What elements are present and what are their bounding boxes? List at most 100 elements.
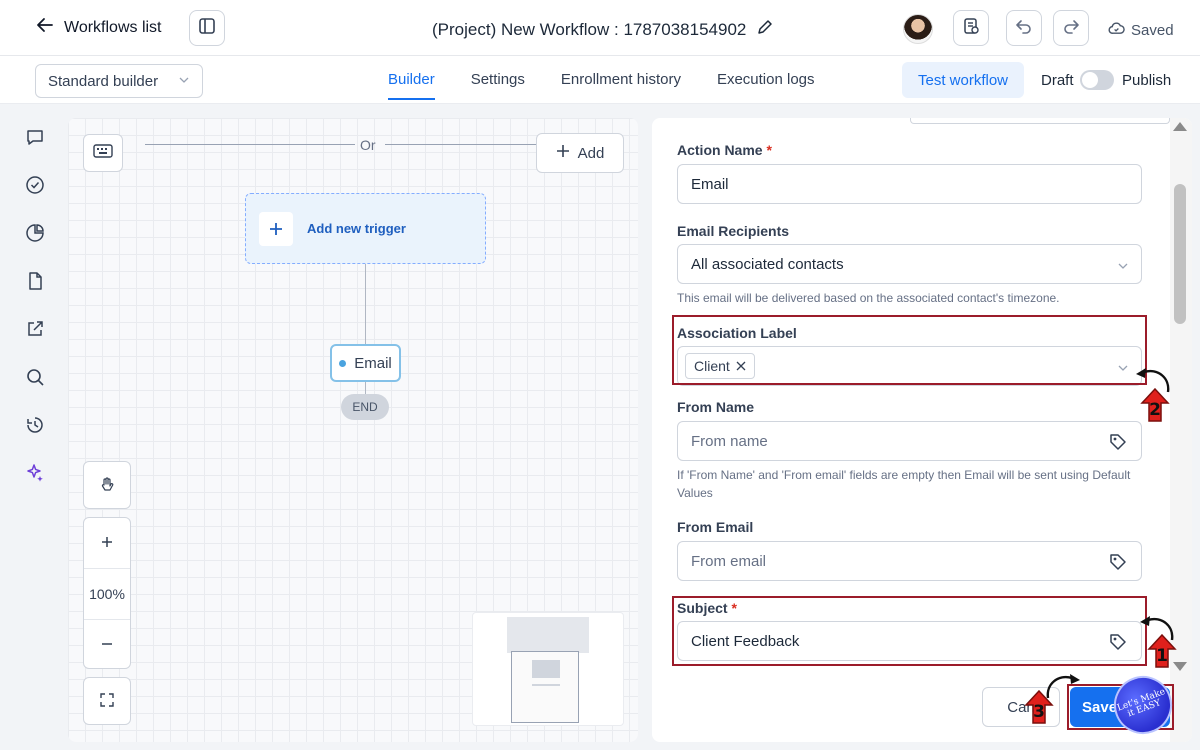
or-label: Or <box>360 137 376 153</box>
arrow-left-icon <box>36 16 54 39</box>
email-recipients-select[interactable]: All associated contacts <box>677 244 1142 284</box>
email-node-label: Email <box>354 354 392 372</box>
sparkles-icon[interactable] <box>25 463 45 483</box>
action-name-label: Action Name * <box>677 142 772 158</box>
tag-icon[interactable] <box>1109 553 1127 571</box>
from-email-placeholder: From email <box>691 552 767 570</box>
plus-icon <box>100 535 114 552</box>
tab-settings[interactable]: Settings <box>471 71 525 100</box>
search-icon[interactable] <box>25 367 45 387</box>
node-connector <box>365 264 366 344</box>
tab-enrollment-history[interactable]: Enrollment history <box>561 71 681 100</box>
user-avatar[interactable] <box>903 14 933 44</box>
trigger-label: Add new trigger <box>307 221 406 236</box>
sidebar-toggle-button[interactable] <box>189 10 225 46</box>
email-action-node[interactable]: Email <box>330 344 401 382</box>
panel-top-edge <box>910 118 1170 124</box>
status-dot <box>339 359 347 367</box>
plus-icon <box>259 211 293 246</box>
workflow-title-text: (Project) New Workflow : 1787038154902 <box>432 19 747 39</box>
sub-header: Standard builder Builder Settings Enroll… <box>0 56 1200 104</box>
chevron-down-icon <box>178 73 190 90</box>
check-circle-icon[interactable] <box>25 175 45 195</box>
from-name-placeholder: From name <box>691 432 768 450</box>
builder-tabs: Builder Settings Enrollment history Exec… <box>388 71 815 100</box>
scroll-up-arrow[interactable] <box>1173 122 1187 131</box>
file-icon[interactable] <box>25 271 45 291</box>
zoom-in-button[interactable] <box>84 518 130 568</box>
pie-chart-icon[interactable] <box>25 223 45 243</box>
builder-select[interactable]: Standard builder <box>35 64 203 98</box>
zoom-level: 100% <box>89 586 125 602</box>
save-status: Saved <box>1108 20 1174 41</box>
expand-icon <box>99 692 115 711</box>
history-icon[interactable] <box>25 415 45 435</box>
scrollbar-thumb[interactable] <box>1174 184 1186 324</box>
email-recipients-label: Email Recipients <box>677 223 790 239</box>
zoom-out-button[interactable] <box>84 620 130 670</box>
report-button[interactable] <box>953 10 989 46</box>
action-config-panel: Action Name * Email Email Recipients All… <box>652 118 1192 742</box>
minimap-line <box>532 684 560 686</box>
node-connector <box>365 382 366 394</box>
hand-icon <box>99 476 115 495</box>
keyboard-icon <box>93 143 113 164</box>
chevron-down-icon <box>1117 259 1129 271</box>
fit-view-button[interactable] <box>83 677 131 725</box>
recipients-hint: This email will be delivered based on th… <box>677 291 1060 305</box>
step-number-1: 1 <box>1156 646 1168 666</box>
subject-highlight-box <box>672 596 1147 666</box>
canvas-minimap[interactable] <box>472 612 624 726</box>
step-number-2: 2 <box>1149 400 1161 420</box>
keyboard-shortcuts-button[interactable] <box>83 134 123 172</box>
tab-builder[interactable]: Builder <box>388 71 435 100</box>
minimap-viewport <box>511 651 579 723</box>
add-new-trigger-node[interactable]: Add new trigger <box>245 193 486 264</box>
pencil-icon[interactable] <box>756 18 774 41</box>
saved-label: Saved <box>1131 22 1174 39</box>
step-number-3: 3 <box>1033 702 1045 722</box>
pan-hand-button[interactable] <box>83 461 131 509</box>
step-marker-1: 1 <box>1147 633 1177 668</box>
plus-icon <box>556 144 570 162</box>
zoom-controls: 100% <box>83 517 131 669</box>
minus-icon <box>100 637 114 654</box>
external-link-icon[interactable] <box>25 319 45 339</box>
end-node: END <box>341 394 389 420</box>
publish-toggle[interactable] <box>1080 70 1114 90</box>
action-name-value: Email <box>691 175 729 193</box>
add-trigger-button[interactable]: Add <box>536 133 624 173</box>
back-to-workflows-button[interactable]: Workflows list <box>36 16 162 39</box>
chat-icon[interactable] <box>25 127 45 147</box>
from-email-input[interactable]: From email <box>677 541 1142 581</box>
cloud-check-icon <box>1108 20 1125 41</box>
redo-icon <box>1062 17 1080 40</box>
back-label: Workflows list <box>64 18 162 36</box>
from-name-hint: If 'From Name' and 'From email' fields a… <box>677 468 1131 500</box>
from-email-label: From Email <box>677 519 754 535</box>
panel-left-icon <box>198 17 216 40</box>
minimap-node <box>532 660 560 678</box>
required-mark: * <box>766 142 772 158</box>
workflow-canvas[interactable]: Or Add Add new trigger Email END 100% <box>68 118 638 742</box>
draft-label: Draft <box>1041 72 1074 89</box>
email-recipients-value: All associated contacts <box>691 255 844 273</box>
test-workflow-button[interactable]: Test workflow <box>902 62 1024 98</box>
builder-select-value: Standard builder <box>48 72 159 90</box>
top-header: Workflows list (Project) New Workflow : … <box>0 0 1200 56</box>
or-divider <box>145 144 537 145</box>
tab-execution-logs[interactable]: Execution logs <box>717 71 815 100</box>
add-label: Add <box>577 144 605 162</box>
left-rail <box>0 105 68 750</box>
tag-icon[interactable] <box>1109 433 1127 451</box>
undo-icon <box>1015 17 1033 40</box>
undo-button[interactable] <box>1006 10 1042 46</box>
action-name-input[interactable]: Email <box>677 164 1142 204</box>
workflow-title: (Project) New Workflow : 1787038154902 <box>432 18 774 41</box>
publish-label: Publish <box>1122 72 1172 89</box>
from-name-label: From Name <box>677 399 755 415</box>
step-marker-3: 3 <box>1024 689 1054 724</box>
minimap-trigger-block <box>507 617 589 653</box>
redo-button[interactable] <box>1053 10 1089 46</box>
from-name-input[interactable]: From name <box>677 421 1142 461</box>
